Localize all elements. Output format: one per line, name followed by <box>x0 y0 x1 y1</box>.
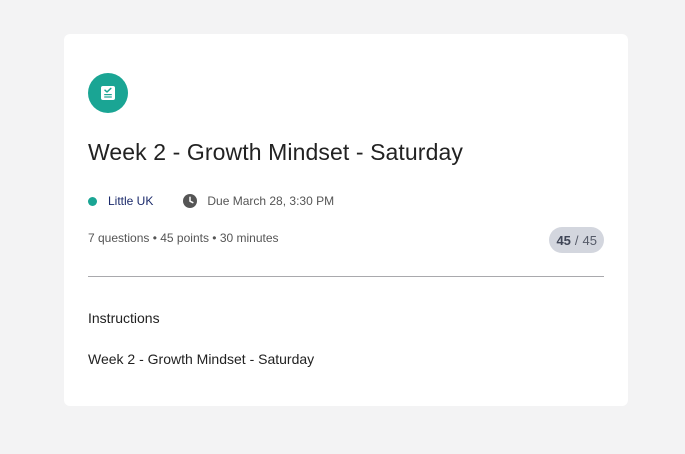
score-badge: 45 / 45 <box>549 227 604 253</box>
divider <box>88 276 604 277</box>
score-separator: / <box>574 232 579 248</box>
assignment-meta: Little UK Due March 28, 3:30 PM <box>88 194 334 208</box>
instructions-body: Week 2 - Growth Mindset - Saturday <box>88 351 315 367</box>
class-name: Little UK <box>108 194 154 208</box>
assignment-check-icon <box>88 73 128 113</box>
class-color-dot <box>88 196 97 206</box>
assignment-card: Week 2 - Growth Mindset - Saturday Littl… <box>64 34 628 406</box>
assignment-title: Week 2 - Growth Mindset - Saturday <box>88 139 463 165</box>
score-total: 45 <box>582 232 597 248</box>
clock-icon <box>183 194 198 208</box>
score-earned: 45 <box>556 232 571 248</box>
due-date: Due March 28, 3:30 PM <box>207 194 335 208</box>
instructions-heading: Instructions <box>88 310 160 326</box>
assignment-details: 7 questions • 45 points • 30 minutes <box>88 231 279 245</box>
